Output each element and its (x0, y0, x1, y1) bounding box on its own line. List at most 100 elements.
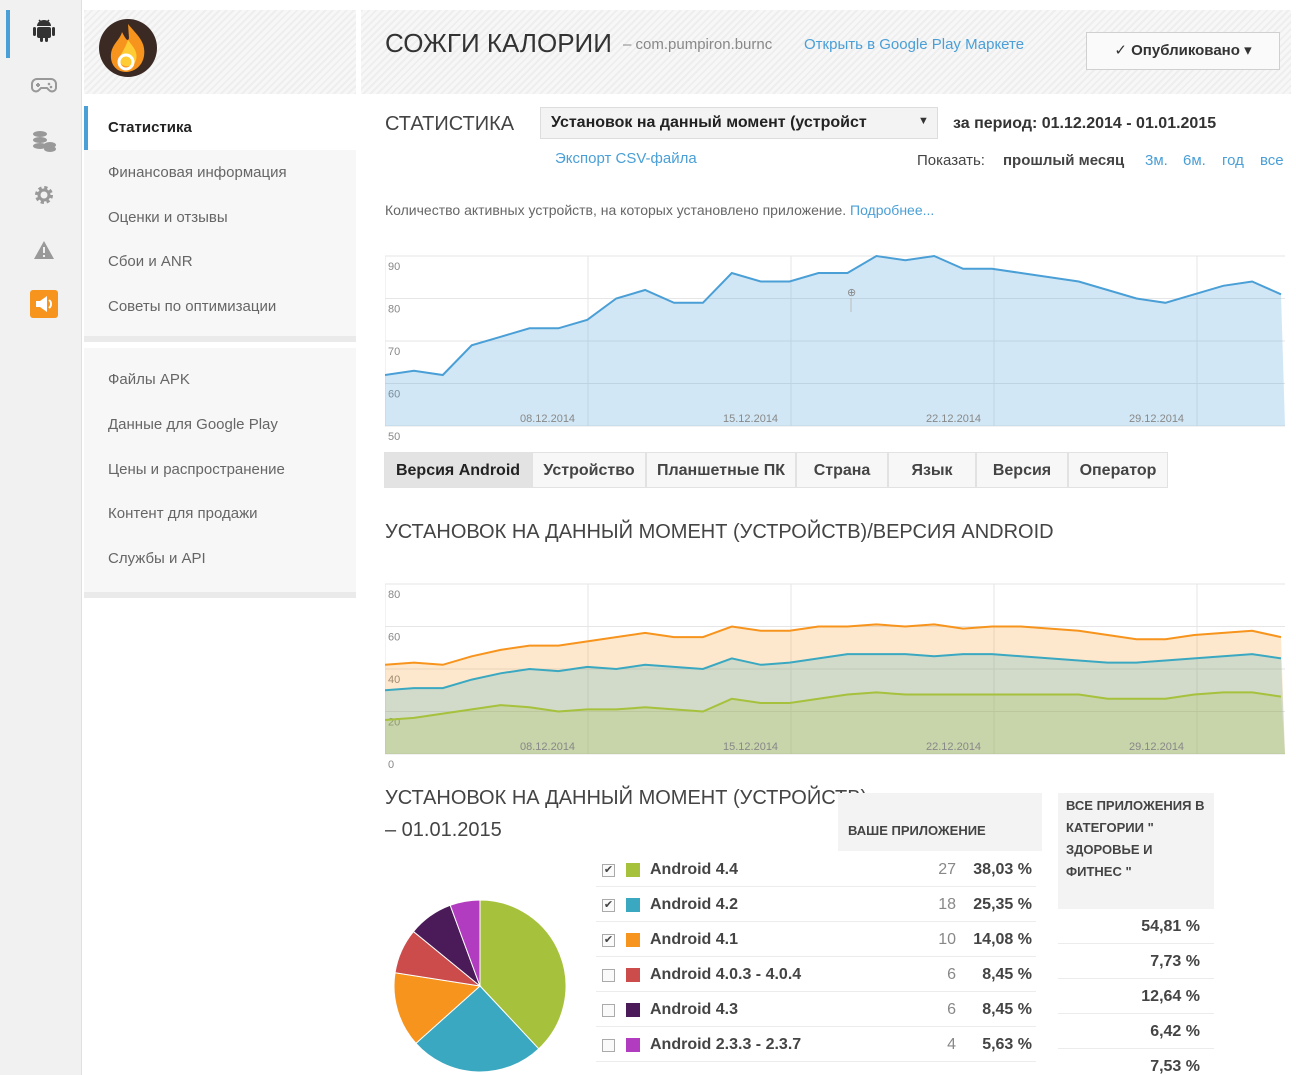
category-percent: 54,81 % (1058, 910, 1214, 944)
icon-rail (0, 0, 82, 1075)
show-label: Показать: (917, 152, 985, 169)
install-percent: 8,45 % (982, 1001, 1032, 1018)
nav-item-optimization[interactable]: Советы по оптимизации (84, 285, 356, 329)
y-tick-label: 50 (388, 431, 400, 443)
megaphone-icon[interactable] (26, 289, 62, 319)
series-checkbox[interactable]: ✔ (602, 934, 615, 947)
install-percent: 8,45 % (982, 966, 1032, 983)
install-percent: 5,63 % (982, 1036, 1032, 1053)
color-swatch (626, 933, 640, 947)
color-swatch (626, 968, 640, 982)
export-csv-link[interactable]: Экспорт CSV-файла (555, 150, 697, 167)
nav-item-in-app-products[interactable]: Контент для продажи (84, 492, 356, 536)
x-tick-label: 08.12.2014 (520, 741, 575, 753)
android-versions-pie-chart (393, 899, 567, 1073)
col-your-app-label: ВАШЕ ПРИЛОЖЕНИЕ (848, 823, 986, 838)
color-swatch (626, 1003, 640, 1017)
installs-line-chart[interactable]: 908070605008.12.201415.12.201422.12.2014… (385, 252, 1285, 444)
range-3m-link[interactable]: 3м. (1145, 152, 1168, 169)
nav-item-crashes[interactable]: Сбои и ANR (84, 240, 356, 284)
android-icon[interactable] (26, 16, 62, 46)
section-snapshot-date: – 01.01.2015 (385, 819, 502, 841)
tab-version[interactable]: Версия (976, 452, 1068, 488)
legend-row: Android 4.3 6 8,45 % (596, 993, 1036, 1027)
y-tick-label: 0 (388, 759, 394, 771)
color-swatch (626, 898, 640, 912)
col-header-category: ВСЕ ПРИЛОЖЕНИЯ В КАТЕГОРИИ " ЗДОРОВЬЕ И … (1058, 793, 1214, 909)
version-name: Android 4.1 (650, 931, 739, 948)
col-header-your-app: ВАШЕ ПРИЛОЖЕНИЕ (838, 793, 1042, 851)
gamepad-icon[interactable] (26, 71, 62, 101)
x-tick-label: 29.12.2014 (1129, 741, 1184, 753)
x-tick-label: 08.12.2014 (520, 413, 575, 425)
period-label[interactable]: за период: 01.12.2014 - 01.01.2015 (953, 115, 1216, 133)
tab-language[interactable]: Язык (888, 452, 976, 488)
range-all-link[interactable]: все (1260, 152, 1284, 169)
y-tick-label: 80 (388, 304, 400, 316)
y-tick-label: 90 (388, 261, 400, 273)
stats-title: СТАТИСТИКА (385, 113, 515, 135)
play-store-link[interactable]: Открыть в Google Play Маркете (804, 36, 1024, 53)
category-percent: 6,42 % (1058, 1015, 1214, 1049)
range-current[interactable]: прошлый месяц (1003, 152, 1124, 169)
y-tick-label: 70 (388, 346, 400, 358)
series-area (385, 256, 1285, 426)
tab-country[interactable]: Страна (796, 452, 888, 488)
y-tick-label: 60 (388, 632, 400, 644)
app-nav-column: Статистика Финансовая информация Оценки … (84, 0, 356, 1075)
version-name: Android 4.3 (650, 1001, 739, 1018)
legend-row: ✔ Android 4.4 27 38,03 % (596, 853, 1036, 887)
x-tick-label: 29.12.2014 (1129, 413, 1184, 425)
tab-tablets[interactable]: Планшетные ПК (646, 452, 796, 488)
publish-status-button[interactable]: ✓ Опубликовано ▾ (1086, 32, 1280, 70)
x-tick-label: 15.12.2014 (723, 413, 778, 425)
metric-select[interactable]: Установок на данный момент (устройст (540, 107, 938, 139)
more-link[interactable]: Подробнее... (850, 202, 934, 218)
version-name: Android 4.2 (650, 896, 739, 913)
rail-active-indicator (6, 10, 10, 58)
color-swatch (626, 1038, 640, 1052)
package-name: – com.pumpiron.burnc (623, 36, 773, 53)
android-versions-area-chart[interactable]: 80604020008.12.201415.12.201422.12.20142… (385, 580, 1285, 772)
tab-device[interactable]: Устройство (532, 452, 646, 488)
app-header: СОЖГИ КАЛОРИИ – com.pumpiron.burnc Откры… (361, 10, 1291, 94)
color-swatch (626, 863, 640, 877)
series-checkbox[interactable] (602, 1004, 615, 1017)
series-checkbox[interactable] (602, 969, 615, 982)
app-logo-area (84, 10, 356, 94)
nav-item-ratings[interactable]: Оценки и отзывы (84, 196, 356, 240)
x-tick-label: 22.12.2014 (926, 741, 981, 753)
range-year-link[interactable]: год (1222, 152, 1244, 169)
nav-item-pricing[interactable]: Цены и распространение (84, 448, 356, 492)
nav-item-apk[interactable]: Файлы APK (84, 358, 356, 402)
nav-group-statistics: Статистика Финансовая информация Оценки … (84, 106, 356, 342)
category-percent: 7,53 % (1058, 1050, 1214, 1075)
series-checkbox[interactable]: ✔ (602, 864, 615, 877)
y-tick-label: 80 (388, 589, 400, 601)
app-title: СОЖГИ КАЛОРИИ (385, 28, 612, 58)
range-6m-link[interactable]: 6м. (1183, 152, 1206, 169)
category-percent: 7,73 % (1058, 945, 1214, 979)
warning-icon[interactable] (26, 235, 62, 265)
nav-item-statistics[interactable]: Статистика (84, 106, 356, 150)
series-checkbox[interactable]: ✔ (602, 899, 615, 912)
nav-item-store-listing[interactable]: Данные для Google Play (84, 403, 356, 447)
legend-row: Android 4.0.3 - 4.0.4 6 8,45 % (596, 958, 1036, 992)
nav-group-publishing: Файлы APK Данные для Google Play Цены и … (84, 348, 356, 598)
legend-row: ✔ Android 4.1 10 14,08 % (596, 923, 1036, 957)
section-android-versions-title: УСТАНОВОК НА ДАННЫЙ МОМЕНТ (УСТРОЙСТВ)/В… (385, 521, 1054, 543)
x-tick-label: 22.12.2014 (926, 413, 981, 425)
nav-item-finance[interactable]: Финансовая информация (84, 151, 356, 195)
nav-item-services-api[interactable]: Службы и API (84, 537, 356, 581)
series-checkbox[interactable] (602, 1039, 615, 1052)
coins-icon[interactable] (26, 126, 62, 156)
chevron-down-icon: ▼ (918, 115, 929, 127)
version-name: Android 2.3.3 - 2.3.7 (650, 1036, 802, 1053)
version-name: Android 4.0.3 - 4.0.4 (650, 966, 802, 983)
tab-carrier[interactable]: Оператор (1068, 452, 1168, 488)
gear-icon[interactable] (26, 180, 62, 210)
tab-android-version[interactable]: Версия Android (384, 452, 532, 488)
install-percent: 14,08 % (973, 931, 1032, 948)
section-snapshot-title: УСТАНОВОК НА ДАННЫЙ МОМЕНТ (УСТРОЙСТВ) (385, 787, 868, 809)
x-tick-label: 15.12.2014 (723, 741, 778, 753)
